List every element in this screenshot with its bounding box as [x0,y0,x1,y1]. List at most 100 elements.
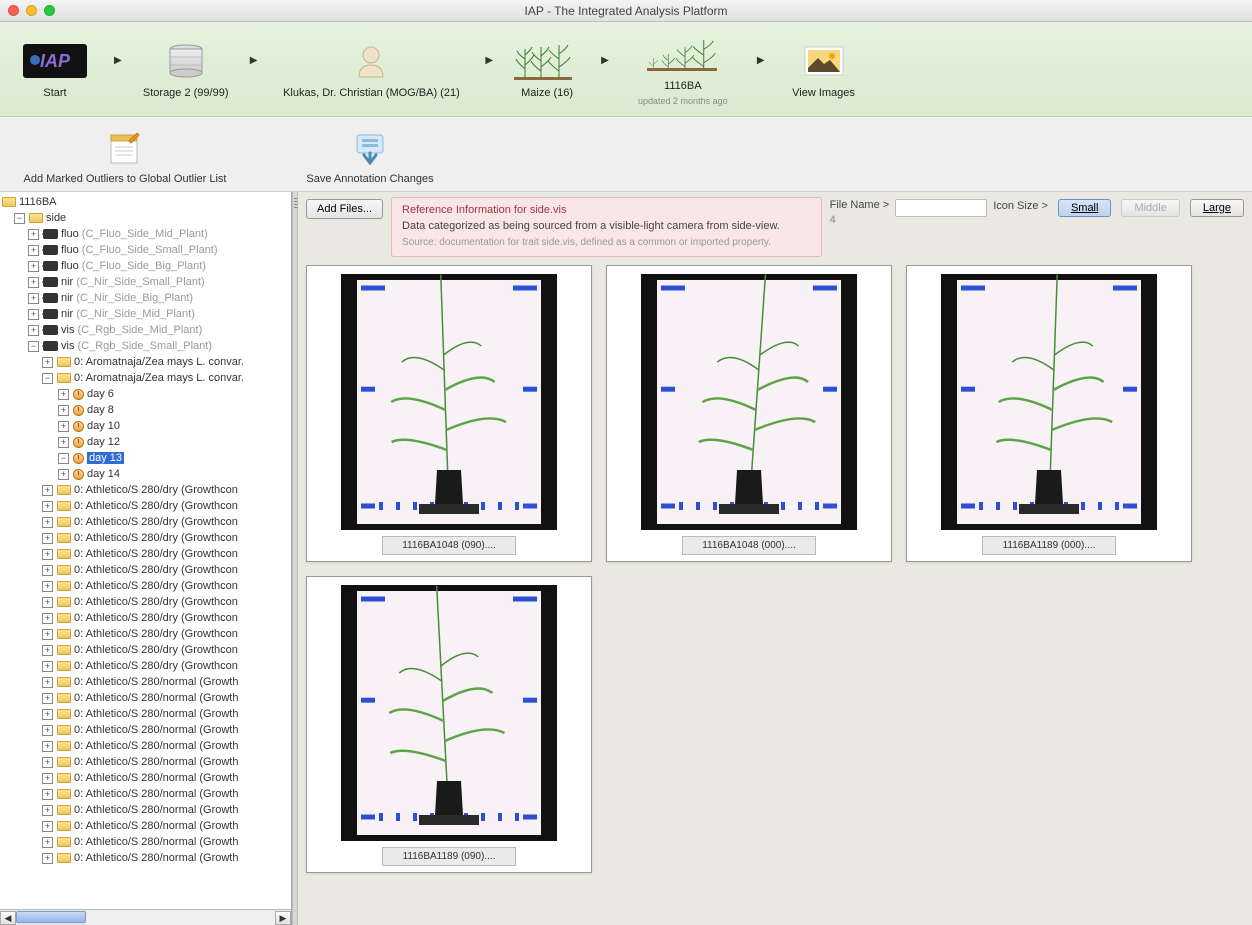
expander-icon[interactable]: + [42,597,53,608]
expander-icon[interactable]: − [14,213,25,224]
icon-size-middle-button[interactable]: Middle [1121,199,1179,217]
tree-folder[interactable]: +0: Athletico/S 280/dry (Growthcon [0,514,291,530]
tree-folder[interactable]: +0: Athletico/S 280/normal (Growth [0,722,291,738]
expander-icon[interactable]: + [28,261,39,272]
expander-icon[interactable]: + [42,789,53,800]
horizontal-scrollbar[interactable]: ◀ ▶ [0,909,291,925]
expander-icon[interactable]: + [42,805,53,816]
tree-folder[interactable]: −0: Aromatnaja/Zea mays L. convar. [0,370,291,386]
expander-icon[interactable]: + [42,773,53,784]
tree-folder[interactable]: +0: Athletico/S 280/dry (Growthcon [0,578,291,594]
tree-folder[interactable]: +0: Athletico/S 280/normal (Growth [0,786,291,802]
expander-icon[interactable]: + [42,629,53,640]
tree-camera[interactable]: +nir (C_Nir_Side_Small_Plant) [0,274,291,290]
tree-view[interactable]: 1116BA−side+fluo (C_Fluo_Side_Mid_Plant)… [0,192,291,909]
tree-folder[interactable]: +0: Athletico/S 280/normal (Growth [0,834,291,850]
tree-camera[interactable]: +fluo (C_Fluo_Side_Mid_Plant) [0,226,291,242]
tree-folder[interactable]: +0: Athletico/S 280/normal (Growth [0,850,291,866]
expander-icon[interactable]: + [58,421,69,432]
tree-folder[interactable]: +0: Athletico/S 280/dry (Growthcon [0,482,291,498]
tree-folder[interactable]: +0: Athletico/S 280/normal (Growth [0,690,291,706]
file-name-input[interactable] [895,199,987,217]
icon-size-large-button[interactable]: Large [1190,199,1244,217]
expander-icon[interactable]: + [28,309,39,320]
expander-icon[interactable]: + [28,245,39,256]
expander-icon[interactable]: + [42,581,53,592]
tree-folder[interactable]: +0: Athletico/S 280/normal (Growth [0,738,291,754]
expander-icon[interactable]: + [58,437,69,448]
tree-folder[interactable]: +0: Athletico/S 280/dry (Growthcon [0,626,291,642]
expander-icon[interactable]: − [58,453,69,464]
tree-folder[interactable]: +0: Athletico/S 280/normal (Growth [0,754,291,770]
icon-size-small-button[interactable]: Small [1058,199,1112,217]
tree-side[interactable]: −side [0,210,291,226]
tree-folder[interactable]: +0: Athletico/S 280/dry (Growthcon [0,658,291,674]
expander-icon[interactable]: + [42,677,53,688]
tree-folder[interactable]: +0: Athletico/S 280/normal (Growth [0,818,291,834]
scroll-thumb[interactable] [16,911,86,923]
tree-day[interactable]: +day 8 [0,402,291,418]
tree-camera[interactable]: −vis (C_Rgb_Side_Small_Plant) [0,338,291,354]
breadcrumb-start[interactable]: IAP Start [0,39,110,99]
expander-icon[interactable]: + [42,565,53,576]
scroll-right-arrow[interactable]: ▶ [275,911,291,925]
expander-icon[interactable]: + [42,725,53,736]
tree-folder[interactable]: +0: Athletico/S 280/dry (Growthcon [0,642,291,658]
tree-folder[interactable]: +0: Athletico/S 280/dry (Growthcon [0,594,291,610]
scroll-left-arrow[interactable]: ◀ [0,911,16,925]
expander-icon[interactable]: + [42,645,53,656]
expander-icon[interactable]: + [42,357,53,368]
expander-icon[interactable]: + [42,485,53,496]
add-outliers-button[interactable]: Add Marked Outliers to Global Outlier Li… [0,131,250,185]
tree-folder[interactable]: +0: Aromatnaja/Zea mays L. convar. [0,354,291,370]
breadcrumb-experiment[interactable]: 1116BA updated 2 months ago [613,32,753,106]
tree-day[interactable]: −day 13 [0,450,291,466]
breadcrumb-species[interactable]: Maize (16) [497,39,597,99]
tree-folder[interactable]: +0: Athletico/S 280/dry (Growthcon [0,562,291,578]
tree-folder[interactable]: +0: Athletico/S 280/dry (Growthcon [0,610,291,626]
tree-folder[interactable]: +0: Athletico/S 280/normal (Growth [0,770,291,786]
tree-folder[interactable]: +0: Athletico/S 280/dry (Growthcon [0,498,291,514]
tree-camera[interactable]: +nir (C_Nir_Side_Big_Plant) [0,290,291,306]
expander-icon[interactable]: − [28,341,39,352]
expander-icon[interactable]: + [42,821,53,832]
expander-icon[interactable]: + [28,325,39,336]
expander-icon[interactable]: + [42,661,53,672]
tree-camera[interactable]: +fluo (C_Fluo_Side_Small_Plant) [0,242,291,258]
expander-icon[interactable]: + [42,693,53,704]
pane-splitter[interactable] [292,192,298,925]
tree-folder[interactable]: +0: Athletico/S 280/normal (Growth [0,674,291,690]
expander-icon[interactable]: + [58,405,69,416]
tree-day[interactable]: +day 14 [0,466,291,482]
expander-icon[interactable]: + [42,517,53,528]
expander-icon[interactable]: + [28,293,39,304]
tree-camera[interactable]: +fluo (C_Fluo_Side_Big_Plant) [0,258,291,274]
tree-day[interactable]: +day 10 [0,418,291,434]
thumbnail[interactable]: 1116BA1048 (090).... [306,265,592,562]
expander-icon[interactable]: + [42,533,53,544]
expander-icon[interactable]: − [42,373,53,384]
tree-day[interactable]: +day 12 [0,434,291,450]
tree-folder[interactable]: +0: Athletico/S 280/normal (Growth [0,802,291,818]
save-annotation-button[interactable]: Save Annotation Changes [290,131,450,185]
expander-icon[interactable]: + [42,709,53,720]
expander-icon[interactable]: + [28,277,39,288]
thumbnail[interactable]: 1116BA1189 (000).... [906,265,1192,562]
tree-root[interactable]: 1116BA [0,194,291,210]
expander-icon[interactable]: + [42,549,53,560]
tree-camera[interactable]: +vis (C_Rgb_Side_Mid_Plant) [0,322,291,338]
breadcrumb-view-images[interactable]: View Images [769,39,879,99]
breadcrumb-user[interactable]: Klukas, Dr. Christian (MOG/BA) (21) [261,39,481,99]
breadcrumb-storage[interactable]: Storage 2 (99/99) [126,39,246,99]
expander-icon[interactable]: + [42,741,53,752]
add-files-button[interactable]: Add Files... [306,199,383,219]
tree-folder[interactable]: +0: Athletico/S 280/dry (Growthcon [0,546,291,562]
tree-day[interactable]: +day 6 [0,386,291,402]
thumbnail[interactable]: 1116BA1189 (090).... [306,576,592,873]
tree-folder[interactable]: +0: Athletico/S 280/normal (Growth [0,706,291,722]
expander-icon[interactable]: + [58,389,69,400]
expander-icon[interactable]: + [58,469,69,480]
expander-icon[interactable]: + [42,837,53,848]
expander-icon[interactable]: + [42,853,53,864]
expander-icon[interactable]: + [42,613,53,624]
